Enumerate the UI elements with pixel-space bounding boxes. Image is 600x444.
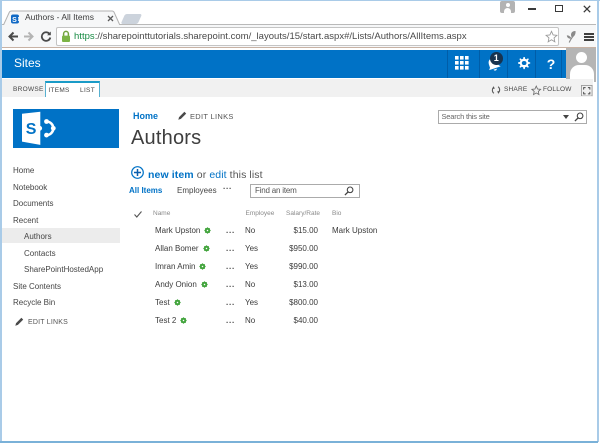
svg-text:S: S: [26, 121, 37, 138]
svg-text:S: S: [12, 17, 17, 24]
